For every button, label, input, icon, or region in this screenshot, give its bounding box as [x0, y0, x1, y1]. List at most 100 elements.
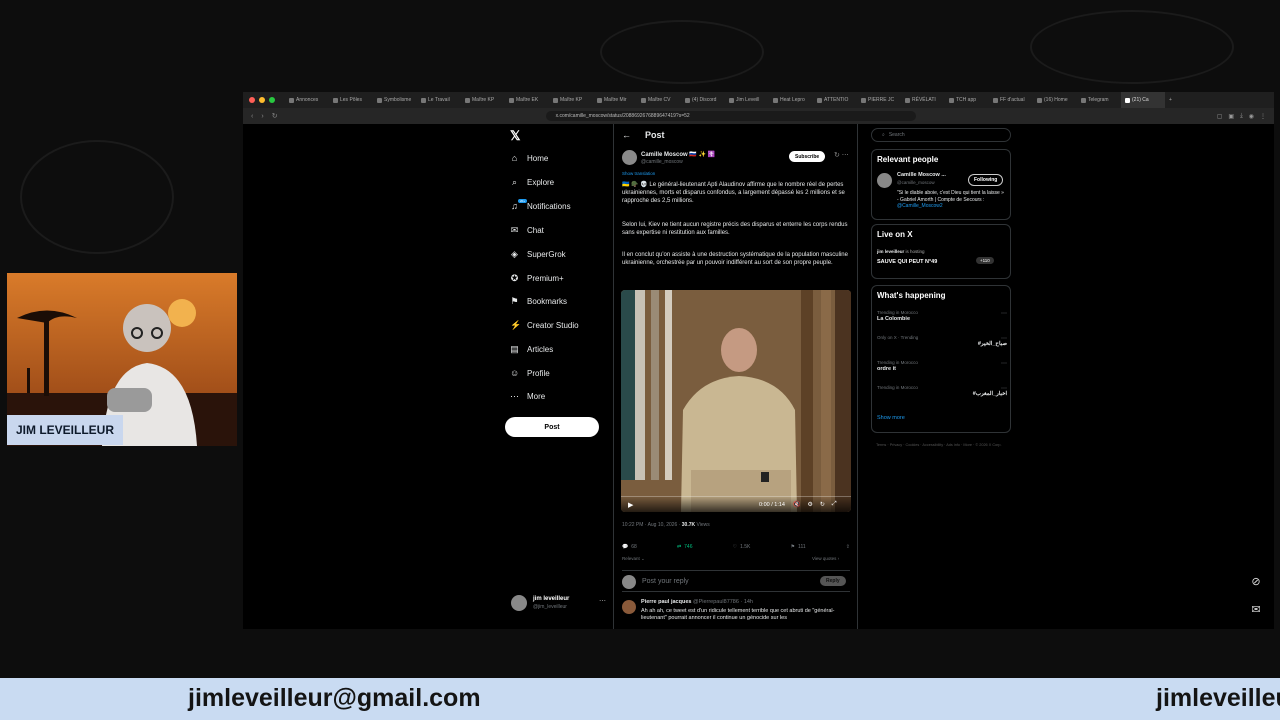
reply-button[interactable]: Reply [820, 576, 846, 586]
show-more-link[interactable]: Show more [877, 415, 905, 421]
trend-item[interactable]: Only on X · Trending #صباح_الخير ⋯ [877, 335, 1007, 347]
more-icon[interactable]: ⋯ [1001, 360, 1007, 367]
browser-tab[interactable]: (16) Home [1033, 92, 1077, 108]
forward-icon[interactable]: › [261, 113, 263, 120]
avatar[interactable] [622, 150, 637, 165]
download-icon[interactable]: ⤓ [1240, 113, 1243, 120]
reload-icon[interactable]: ↻ [272, 112, 278, 120]
trend-name: #صباح_الخير [977, 341, 1007, 347]
post-button[interactable]: Post [505, 417, 599, 437]
tab-label: (16) Home [1044, 97, 1068, 103]
search-icon: ⌕ [511, 177, 518, 187]
browser-tab[interactable]: Heat Lepro [769, 92, 813, 108]
search-input[interactable]: ⌕ Search [871, 128, 1011, 142]
reply-action[interactable]: 💬 68 [622, 542, 637, 552]
browser-tab[interactable]: ATTENTIO [813, 92, 857, 108]
nav-notifications[interactable]: ♫ 20+ Notifications [510, 199, 571, 211]
profile-icon[interactable]: ◉ [1249, 113, 1254, 120]
sort-replies-dropdown[interactable]: Relevant ⌄ [622, 556, 645, 562]
like-action[interactable]: ♡ 1.5K [733, 542, 751, 552]
browser-tab[interactable]: Jim Leveill [725, 92, 769, 108]
reply-input[interactable]: Post your reply [642, 578, 689, 585]
nav-home[interactable]: ⌂ Home [510, 154, 549, 164]
nav-chat[interactable]: ✉ Chat [510, 226, 544, 236]
browser-tab-active[interactable]: (21) Ca [1121, 92, 1165, 108]
browser-tab[interactable]: Le Travail [417, 92, 461, 108]
sidebar-icon[interactable]: ▣ [1228, 113, 1234, 120]
live-space-title[interactable]: SAUVE QUI PEUT N°49 [877, 259, 937, 265]
browser-tab[interactable]: (4) Discord [681, 92, 725, 108]
browser-tab[interactable]: Les Pôles [329, 92, 373, 108]
bookmark-action[interactable]: ⚑ 111 [791, 542, 806, 552]
following-button[interactable]: Following [968, 174, 1004, 186]
nav-premium[interactable]: ✪ Premium+ [510, 274, 564, 284]
maximize-window-button[interactable] [269, 97, 275, 103]
browser-tab[interactable]: Annonces [285, 92, 329, 108]
back-icon[interactable]: ‹ [251, 113, 253, 120]
post-timestamp[interactable]: 10:22 PM · Aug 10, 2026 · [622, 522, 682, 528]
more-icon[interactable]: ⋯ [1001, 310, 1007, 317]
extension-icon[interactable]: ▢ [1217, 113, 1223, 120]
author-name[interactable]: Camille Moscow 🇷🇺 ✨ ☦️ [641, 151, 715, 158]
browser-tab[interactable]: FF d'actual [989, 92, 1033, 108]
show-translation-link[interactable]: Show translation [622, 171, 655, 176]
play-icon[interactable]: ▶ [628, 501, 633, 509]
x-logo-icon[interactable]: 𝕏 [510, 128, 520, 144]
menu-icon[interactable]: ⋮ [1260, 113, 1266, 120]
person-name[interactable]: Camille Moscow ... [897, 172, 946, 178]
video-player[interactable]: ▶ 0:00 / 1:14 🔇 ⚙ ↻ ⤢ [621, 290, 851, 512]
reply-author-name[interactable]: Pierre paul jacques [641, 599, 691, 605]
nav-explore[interactable]: ⌕ Explore [510, 177, 554, 188]
repost-action[interactable]: ⇄ 746 [677, 542, 693, 552]
nav-supergrok[interactable]: ◈ SuperGrok [510, 249, 566, 260]
browser-tab[interactable]: Maître KP [461, 92, 505, 108]
browser-tab[interactable]: Maître KP [549, 92, 593, 108]
share-action[interactable]: ⇪ [846, 542, 850, 552]
tab-label: Symbolisme [384, 97, 412, 103]
nav-bookmarks[interactable]: ⚑ Bookmarks [510, 297, 567, 307]
live-host[interactable]: jim leveilleur is hosting [877, 249, 925, 254]
new-tab-button[interactable]: + [1165, 92, 1179, 108]
browser-tab[interactable]: RÉVÉLATI [901, 92, 945, 108]
browser-tab[interactable]: Maître Mir [593, 92, 637, 108]
settings-icon[interactable]: ⚙ [807, 501, 812, 508]
loop-icon[interactable]: ↻ [820, 501, 825, 508]
more-icon[interactable]: ↻ ⋯ [834, 151, 849, 159]
tab-label: Jim Leveill [736, 97, 760, 103]
browser-tab[interactable]: Symbolisme [373, 92, 417, 108]
grok-icon[interactable]: ⊘ [1248, 574, 1264, 590]
browser-tab[interactable]: Telegram [1077, 92, 1121, 108]
browser-tab[interactable]: TCH app [945, 92, 989, 108]
fullscreen-icon[interactable]: ⤢ [832, 501, 837, 508]
footer-links[interactable]: Terms · Privacy · Cookies · Accessibilit… [876, 442, 1006, 448]
more-icon[interactable]: ⋯ [1001, 385, 1007, 392]
nav-more[interactable]: ⋯ More [510, 392, 545, 402]
back-arrow-icon[interactable]: ← [622, 130, 631, 140]
nav-creator-studio[interactable]: ⚡ Creator Studio [510, 321, 579, 331]
trend-item[interactable]: Trending in Morocco ordre it ⋯ [877, 360, 1007, 372]
url-input[interactable]: x.com/camille_moscow/status/208869267688… [545, 111, 916, 121]
nav-articles[interactable]: ▤ Articles [510, 345, 553, 355]
favicon-icon [817, 97, 822, 103]
avatar[interactable] [622, 600, 636, 614]
subscribe-button[interactable]: Subscribe [789, 151, 826, 162]
messages-icon[interactable]: ✉ [1248, 602, 1264, 618]
grok-icon: ◈ [511, 249, 518, 259]
nav-profile[interactable]: ☺ Profile [510, 369, 550, 379]
account-switcher[interactable]: jim leveilleur @jim_leveilleur ⋯ [511, 595, 611, 611]
trend-item[interactable]: Trending in Morocco La Colombie ⋯ [877, 310, 1007, 322]
minimize-window-button[interactable] [259, 97, 265, 103]
bio-link[interactable]: @Camille_Moscow2 [897, 203, 943, 209]
mute-icon[interactable]: 🔇 [793, 501, 800, 508]
view-quotes-link[interactable]: View quotes › [812, 556, 839, 561]
more-icon[interactable]: ⋯ [599, 597, 606, 605]
trend-item[interactable]: Trending in Morocco #اخبار_المغرب ⋯ [877, 385, 1007, 397]
browser-tab[interactable]: PIERRE JC [857, 92, 901, 108]
browser-tab[interactable]: Maître CV [637, 92, 681, 108]
avatar[interactable] [877, 173, 892, 188]
close-window-button[interactable] [249, 97, 255, 103]
more-icon[interactable]: ⋯ [1001, 335, 1007, 342]
browser-tab[interactable]: Maître EK [505, 92, 549, 108]
favicon-icon [333, 97, 338, 103]
window-controls [249, 97, 275, 103]
